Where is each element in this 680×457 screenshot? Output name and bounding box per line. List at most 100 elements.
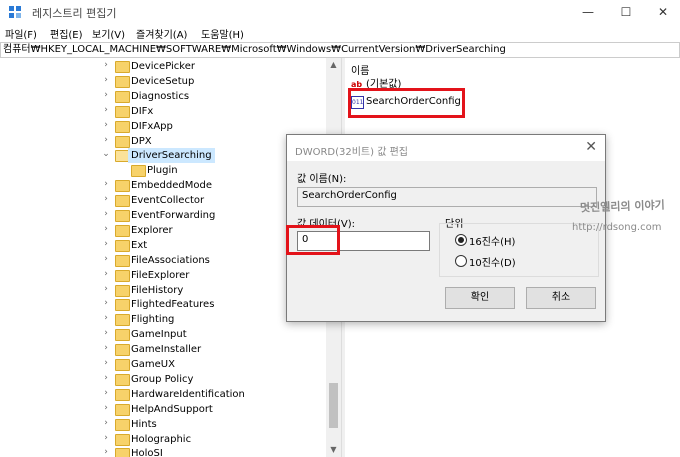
highlight-box-value xyxy=(348,88,465,118)
folder-icon xyxy=(115,314,130,327)
address-bar[interactable]: 컴퓨터₩HKEY_LOCAL_MACHINE₩SOFTWARE₩Microsof… xyxy=(0,42,680,58)
tree-item[interactable]: › EmbeddedMode xyxy=(0,178,330,193)
tree-item[interactable]: › DPX xyxy=(0,134,330,149)
folder-icon xyxy=(115,195,130,208)
tree-item[interactable]: › Explorer xyxy=(0,223,330,238)
tree-item[interactable]: ⌄ DriverSearching xyxy=(0,148,330,164)
tree-item[interactable]: Plugin xyxy=(0,163,330,178)
chevron-right-icon[interactable]: › xyxy=(101,75,111,85)
tree-item[interactable]: › FlightedFeatures xyxy=(0,297,330,312)
chevron-right-icon[interactable]: › xyxy=(101,298,111,308)
tree-item[interactable]: › HoloSI xyxy=(0,446,330,457)
chevron-right-icon[interactable]: › xyxy=(101,373,111,383)
chevron-right-icon[interactable]: › xyxy=(101,433,111,443)
menu-favorites[interactable]: 즐겨찾기(A) xyxy=(136,26,187,41)
tree-item-label: FileExplorer xyxy=(131,269,190,281)
chevron-right-icon[interactable]: › xyxy=(101,239,111,249)
chevron-right-icon[interactable]: › xyxy=(101,418,111,428)
chevron-right-icon[interactable]: › xyxy=(101,60,111,70)
chevron-right-icon[interactable]: › xyxy=(101,358,111,368)
chevron-right-icon[interactable]: › xyxy=(101,179,111,189)
folder-icon xyxy=(115,239,130,252)
chevron-right-icon[interactable]: › xyxy=(101,269,111,279)
tree-item[interactable]: › DIFx xyxy=(0,104,330,119)
tree-item-label: Plugin xyxy=(147,165,178,177)
tree-item-label: FileHistory xyxy=(131,284,184,296)
folder-icon xyxy=(115,75,130,88)
menu-file[interactable]: 파일(F) xyxy=(5,26,37,41)
tree-item[interactable]: › GameInput xyxy=(0,327,330,342)
tree-item[interactable]: › GameUX xyxy=(0,357,330,372)
tree-item-label: GameInstaller xyxy=(131,344,202,356)
radio-hex-indicator[interactable] xyxy=(455,234,467,246)
maximize-button[interactable]: ☐ xyxy=(609,0,643,24)
tree-item[interactable]: › Holographic xyxy=(0,432,330,447)
column-header-name[interactable]: 이름 xyxy=(351,62,369,77)
close-button[interactable]: ✕ xyxy=(646,0,680,24)
chevron-right-icon[interactable]: › xyxy=(101,388,111,398)
folder-icon xyxy=(115,403,130,416)
folder-icon xyxy=(115,329,130,342)
tree-item[interactable]: › HardwareIdentification xyxy=(0,387,330,402)
scroll-down-arrow-icon[interactable]: ▼ xyxy=(326,443,341,457)
menu-help[interactable]: 도움말(H) xyxy=(201,26,244,41)
scroll-up-arrow-icon[interactable]: ▲ xyxy=(326,58,341,72)
tree-item-label: GameInput xyxy=(131,329,187,341)
tree-item[interactable]: › FileHistory xyxy=(0,283,330,298)
folder-icon xyxy=(115,224,130,237)
chevron-right-icon[interactable]: › xyxy=(101,105,111,115)
tree-item[interactable]: › Ext xyxy=(0,238,330,253)
ok-button[interactable]: 확인 xyxy=(445,287,515,309)
tree-item[interactable]: › GameInstaller xyxy=(0,342,330,357)
minimize-button[interactable]: — xyxy=(571,0,605,24)
folder-icon xyxy=(115,105,130,118)
chevron-right-icon[interactable]: › xyxy=(101,120,111,130)
chevron-right-icon[interactable]: › xyxy=(101,135,111,145)
folder-icon xyxy=(115,418,130,431)
tree-item[interactable]: › DevicePicker xyxy=(0,59,330,74)
dialog-close-icon[interactable]: ✕ xyxy=(585,139,597,155)
radio-decimal-label: 10진수(D) xyxy=(469,258,516,269)
folder-icon xyxy=(115,284,130,297)
menu-edit[interactable]: 편집(E) xyxy=(50,26,83,41)
chevron-right-icon[interactable]: › xyxy=(101,254,111,264)
tree-item[interactable]: › Group Policy xyxy=(0,372,330,387)
tree-item[interactable]: › HelpAndSupport xyxy=(0,402,330,417)
chevron-right-icon[interactable]: › xyxy=(101,343,111,353)
tree-item[interactable]: › Flighting xyxy=(0,312,330,327)
folder-icon xyxy=(115,254,130,267)
folder-icon xyxy=(115,359,130,371)
tree-item-label: HardwareIdentification xyxy=(131,388,245,400)
chevron-down-icon[interactable]: ⌄ xyxy=(101,149,111,159)
chevron-right-icon[interactable]: › xyxy=(101,284,111,294)
window-title: 레지스트리 편집기 xyxy=(32,7,117,20)
tree-item[interactable]: › DeviceSetup xyxy=(0,74,330,89)
chevron-right-icon[interactable]: › xyxy=(101,224,111,234)
chevron-right-icon[interactable]: › xyxy=(101,447,111,457)
tree-item[interactable]: › Diagnostics xyxy=(0,89,330,104)
tree-item-label: DPX xyxy=(131,135,152,147)
tree-item[interactable]: › EventForwarding xyxy=(0,208,330,223)
tree-item[interactable]: › FileExplorer xyxy=(0,268,330,283)
tree-item-label: DriverSearching xyxy=(128,148,215,164)
tree-item-label: Hints xyxy=(131,418,157,430)
folder-icon xyxy=(115,135,130,148)
radio-hex-label: 16진수(H) xyxy=(469,237,516,248)
radio-decimal-indicator[interactable] xyxy=(455,255,467,267)
tree-item-label: DeviceSetup xyxy=(131,75,195,87)
tree-item[interactable]: › FileAssociations xyxy=(0,253,330,268)
tree-item[interactable]: › DIFxApp xyxy=(0,119,330,134)
chevron-right-icon[interactable]: › xyxy=(101,328,111,338)
chevron-right-icon[interactable]: › xyxy=(101,403,111,413)
tree-item[interactable]: › EventCollector xyxy=(0,193,330,208)
menu-view[interactable]: 보기(V) xyxy=(92,26,125,41)
tree-item[interactable]: › Hints xyxy=(0,417,330,432)
chevron-right-icon[interactable]: › xyxy=(101,194,111,204)
cancel-button[interactable]: 취소 xyxy=(526,287,596,309)
tree-item-label: HelpAndSupport xyxy=(131,403,213,415)
chevron-right-icon[interactable]: › xyxy=(101,90,111,100)
scroll-thumb[interactable] xyxy=(329,383,338,428)
tree-item-label: FileAssociations xyxy=(131,254,210,266)
chevron-right-icon[interactable]: › xyxy=(101,209,111,219)
chevron-right-icon[interactable]: › xyxy=(101,313,111,323)
